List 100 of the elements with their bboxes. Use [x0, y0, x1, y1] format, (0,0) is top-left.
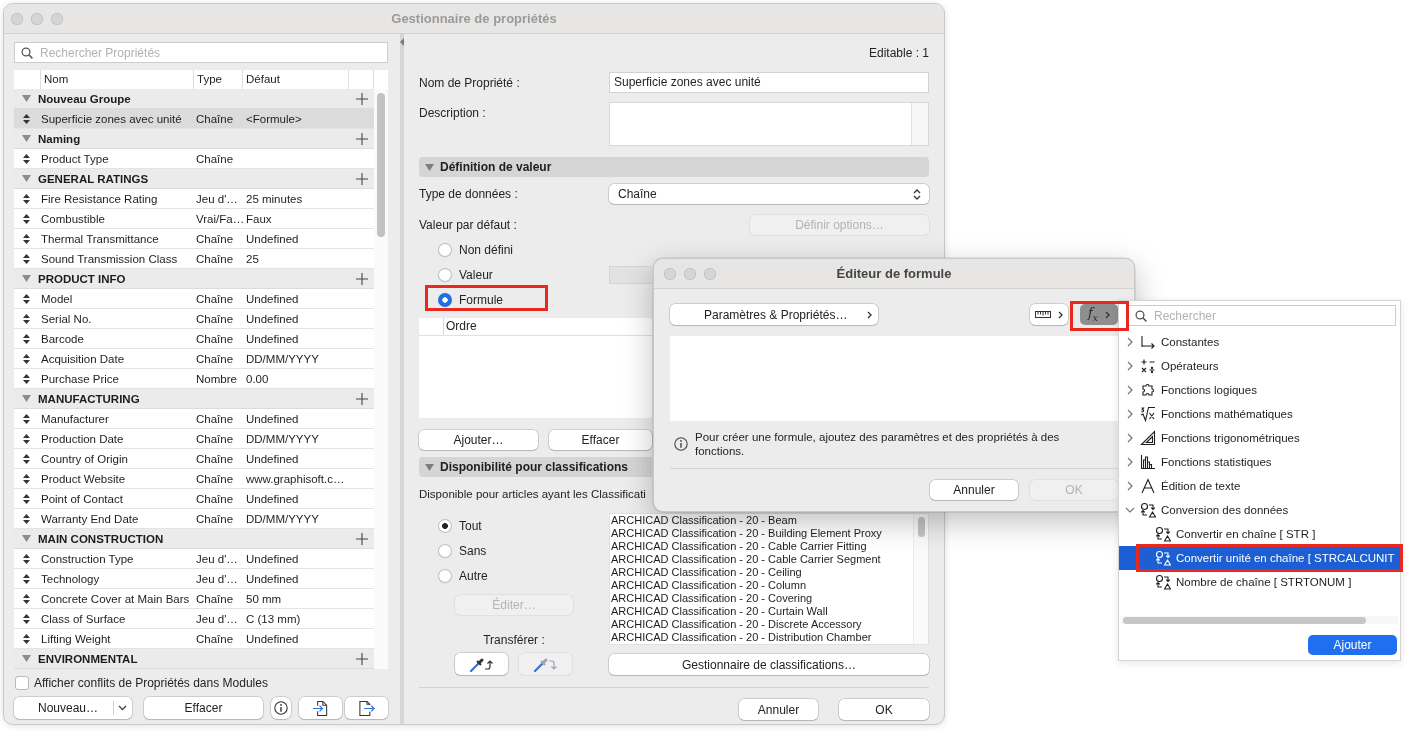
function-item[interactable]: Convertir en chaîne [ STR ] — [1119, 522, 1400, 546]
scrollbar-thumb[interactable] — [377, 93, 385, 237]
sort-handle-icon[interactable] — [23, 453, 30, 464]
sort-handle-icon[interactable] — [23, 253, 30, 264]
delete-button[interactable]: Effacer — [144, 697, 263, 719]
group-row[interactable]: PRODUCT INFO — [14, 269, 374, 289]
group-row[interactable]: MAIN CONSTRUCTION — [14, 529, 374, 549]
chevron-right-icon[interactable] — [1127, 385, 1133, 395]
plus-icon[interactable] — [356, 92, 368, 105]
formula-input[interactable] — [670, 336, 1118, 421]
collapse-arrow-icon[interactable] — [400, 38, 404, 46]
section-header[interactable]: Définition de valeur — [419, 157, 929, 177]
chevron-right-icon[interactable] — [1127, 409, 1133, 419]
function-item[interactable]: Fonctions statistiques — [1119, 450, 1400, 474]
sort-handle-icon[interactable] — [23, 233, 30, 244]
group-row[interactable]: MANUFACTURING — [14, 389, 374, 409]
plus-icon[interactable] — [356, 172, 368, 185]
function-item[interactable]: Constantes — [1119, 330, 1400, 354]
transfer-button[interactable] — [455, 653, 508, 675]
plus-icon[interactable] — [356, 652, 368, 665]
function-item[interactable]: Conversion des données — [1119, 498, 1400, 522]
new-button[interactable]: Nouveau… — [14, 697, 132, 719]
chevron-right-icon[interactable] — [1127, 481, 1133, 491]
cancel-button[interactable]: Annuler — [930, 480, 1018, 500]
value-field[interactable] — [609, 265, 652, 284]
ok-button[interactable]: OK — [839, 699, 929, 720]
list-item[interactable]: ARCHICAD Classification - 20 - Distribution Chamber — [611, 631, 872, 644]
data-type-dropdown[interactable]: Chaîne — [609, 184, 929, 204]
radio-button[interactable] — [438, 568, 452, 583]
property-row[interactable]: Superficie zones avec unité Chaîne <Formule> — [14, 109, 374, 129]
sort-handle-icon[interactable] — [23, 193, 30, 204]
sort-handle-icon[interactable] — [23, 113, 30, 124]
function-item[interactable]: Édition de texte — [1119, 474, 1400, 498]
chevron-right-icon[interactable] — [1127, 337, 1133, 347]
chevron-right-icon[interactable] — [1127, 433, 1133, 443]
function-item[interactable]: Nombre de chaîne [ STRTONUM ] — [1119, 570, 1400, 594]
sort-handle-icon[interactable] — [23, 293, 30, 304]
disclosure-triangle-icon[interactable] — [22, 135, 31, 142]
sort-handle-icon[interactable] — [23, 413, 30, 424]
radio-button[interactable] — [438, 242, 452, 257]
scrollbar[interactable] — [374, 89, 388, 669]
function-item[interactable]: Opérateurs — [1119, 354, 1400, 378]
plus-icon[interactable] — [356, 532, 368, 545]
plus-icon[interactable] — [356, 392, 368, 405]
disclosure-triangle-icon[interactable] — [22, 275, 31, 282]
sort-handle-icon[interactable] — [23, 433, 30, 444]
sort-handle-icon[interactable] — [23, 573, 30, 584]
sort-handle-icon[interactable] — [23, 333, 30, 344]
import-button[interactable] — [299, 697, 342, 719]
radio-button[interactable] — [438, 267, 452, 282]
list-item[interactable]: ARCHICAD Classification - 20 - Column — [611, 579, 806, 592]
parameters-button[interactable]: Paramètres & Propriétés… — [670, 304, 878, 325]
scrollbar[interactable] — [913, 514, 928, 644]
plus-icon[interactable] — [356, 132, 368, 145]
scrollbar-thumb[interactable] — [917, 517, 925, 537]
radio-button[interactable] — [438, 292, 452, 307]
sort-handle-icon[interactable] — [23, 473, 30, 484]
chevron-right-icon[interactable] — [1127, 457, 1133, 467]
export-button[interactable] — [345, 697, 388, 719]
disclosure-triangle-icon[interactable] — [22, 95, 31, 102]
radio-button[interactable] — [438, 543, 452, 558]
group-row[interactable]: GENERAL RATINGS — [14, 169, 374, 189]
sort-handle-icon[interactable] — [23, 153, 30, 164]
search-field[interactable]: Rechercher — [1128, 305, 1396, 326]
disclosure-triangle-icon[interactable] — [22, 655, 31, 662]
cancel-button[interactable]: Annuler — [739, 699, 818, 720]
chevron-right-icon[interactable] — [1127, 361, 1133, 371]
group-row[interactable]: Nouveau Groupe — [14, 89, 374, 109]
chevron-down-icon[interactable] — [1125, 507, 1135, 513]
function-item[interactable]: Fonctions mathématiques — [1119, 402, 1400, 426]
add-button[interactable]: Ajouter — [1308, 635, 1397, 655]
function-item[interactable]: Convertir unité en chaîne [ STRCALCUNIT — [1119, 546, 1400, 570]
name-field[interactable]: Superficie zones avec unité — [609, 72, 929, 93]
plus-icon[interactable] — [356, 272, 368, 285]
column-header[interactable]: Ordre — [443, 318, 477, 335]
group-row[interactable]: Naming — [14, 129, 374, 149]
disclosure-triangle-icon[interactable] — [22, 395, 31, 402]
list-item[interactable]: ARCHICAD Classification - 20 - Building Element Proxy — [611, 527, 882, 540]
search-field[interactable]: Rechercher Propriétés — [14, 42, 388, 63]
disclosure-triangle-icon[interactable] — [22, 535, 31, 542]
description-field[interactable] — [609, 102, 929, 146]
sort-handle-icon[interactable] — [23, 373, 30, 384]
checkbox[interactable] — [15, 676, 29, 690]
group-row[interactable]: ENVIRONMENTAL — [14, 649, 374, 669]
list-item[interactable]: ARCHICAD Classification - 20 - Cable Carrier Fitting — [611, 540, 867, 553]
radio-button[interactable] — [438, 518, 452, 533]
function-item[interactable]: Fonctions logiques — [1119, 378, 1400, 402]
sort-handle-icon[interactable] — [23, 553, 30, 564]
list-item[interactable]: ARCHICAD Classification - 20 - Covering — [611, 592, 813, 605]
sort-handle-icon[interactable] — [23, 593, 30, 604]
section-header[interactable]: Disponibilité pour classifications — [419, 457, 652, 477]
delete-button[interactable]: Effacer — [549, 430, 652, 450]
sort-handle-icon[interactable] — [23, 633, 30, 644]
sort-handle-icon[interactable] — [23, 513, 30, 524]
classification-manager-button[interactable]: Gestionnaire de classifications… — [609, 654, 929, 675]
list-item[interactable]: ARCHICAD Classification - 20 - Beam — [611, 514, 797, 527]
list-item[interactable]: ARCHICAD Classification - 20 - Discrete Accessory — [611, 618, 862, 631]
disclosure-triangle-icon[interactable] — [22, 175, 31, 182]
units-button[interactable] — [1030, 304, 1068, 325]
sort-handle-icon[interactable] — [23, 493, 30, 504]
